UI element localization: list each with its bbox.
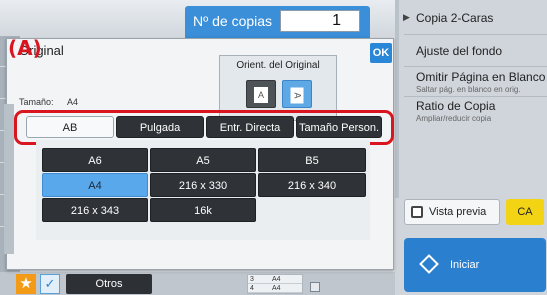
start-icon (419, 254, 439, 274)
tab-inch[interactable]: Pulgada (116, 116, 204, 138)
size-216x343-button[interactable]: 216 x 343 (42, 198, 148, 222)
menu-item-sub: Saltar pág. en blanco en orig. (416, 85, 521, 94)
check-icon[interactable]: ✓ (40, 274, 60, 294)
size-a4-button[interactable]: A4 (42, 173, 148, 197)
size-16k-button[interactable]: 16k (150, 198, 256, 222)
size-216x330-button[interactable]: 216 x 330 (150, 173, 256, 197)
mini-status-table: 3 A4 4 A4 (247, 274, 303, 294)
menu-item-skip-blank-page[interactable]: Omitir Página en Blanco Saltar pág. en b… (416, 70, 547, 94)
size-a6-button[interactable]: A6 (42, 148, 148, 172)
size-label: Tamaño: (19, 97, 54, 107)
divider (404, 34, 547, 35)
copies-panel: Nº de copias 1 (185, 6, 370, 40)
size-216x340-button[interactable]: 216 x 340 (258, 173, 366, 197)
landscape-icon: A (290, 87, 304, 104)
size-a5-button[interactable]: A5 (150, 148, 256, 172)
start-button[interactable]: Iniciar (404, 238, 546, 292)
size-value: A4 (67, 97, 79, 107)
portrait-icon: A (254, 87, 268, 103)
copies-label: Nº de copias (193, 13, 273, 29)
ca-button[interactable]: CA (506, 199, 544, 225)
preview-icon (411, 206, 423, 218)
tray-icon (310, 282, 320, 292)
table-row: 3 A4 (248, 275, 302, 284)
tab-direct-entry[interactable]: Entr. Directa (206, 116, 294, 138)
tab-custom-size[interactable]: Tamaño Person. (296, 116, 382, 138)
favorite-star-icon[interactable]: ★ (16, 274, 36, 294)
orientation-landscape-button[interactable]: A (282, 80, 312, 108)
menu-item-sub: Ampliar/reducir copia (416, 114, 492, 123)
expand-arrow-icon[interactable]: ▶ (403, 12, 410, 23)
menu-item-copy-ratio[interactable]: Ratio de Copia Ampliar/reducir copia (416, 99, 547, 123)
table-row: 4 A4 (248, 284, 302, 293)
menu-item-background-adjust[interactable]: Ajuste del fondo (416, 44, 547, 58)
orientation-portrait-button[interactable]: A (246, 80, 276, 108)
copies-input[interactable]: 1 (280, 10, 360, 32)
others-button[interactable]: Otros (66, 274, 152, 294)
callout-label: (A) (8, 36, 42, 60)
divider (404, 66, 547, 67)
orientation-title: Orient. del Original (236, 60, 320, 71)
tab-ab[interactable]: AB (26, 116, 114, 138)
size-b5-button[interactable]: B5 (258, 148, 366, 172)
scrollbar[interactable] (4, 104, 14, 254)
preview-button[interactable]: Vista previa (404, 199, 500, 225)
right-panel-divider (395, 0, 399, 198)
menu-item-2-sided-copy[interactable]: Copia 2-Caras (416, 11, 547, 25)
divider (404, 96, 547, 97)
ok-button[interactable]: OK (370, 43, 392, 63)
